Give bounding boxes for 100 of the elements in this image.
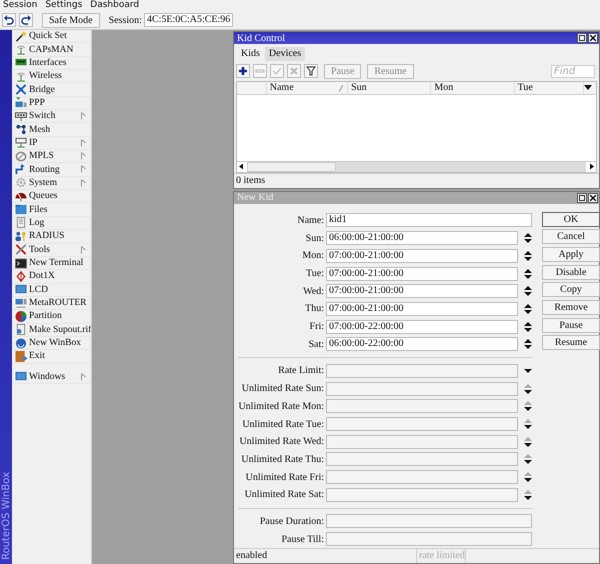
menu-item[interactable]: Interfaces [12,56,91,70]
input-field[interactable]: 07:00:00-21:00:00 [326,248,518,263]
menu-item[interactable]: Dot1X [12,270,91,284]
dialog-button[interactable]: Remove [542,300,600,316]
menu-item[interactable]: Tools [12,244,91,257]
menu-item[interactable]: RADIUS [12,230,91,244]
spinner-arrows-icon[interactable] [524,304,532,314]
input-field[interactable] [326,532,532,546]
menu-item[interactable]: Routing [12,163,91,177]
column-header[interactable]: Tue [518,82,533,94]
menu-item[interactable]: Quick Set [12,30,91,44]
find-field[interactable]: Find [551,64,595,78]
menu[interactable]: Settings [45,0,82,11]
spinner-arrows-icon[interactable] [524,436,532,447]
menu[interactable]: Session [3,0,38,11]
spinner-arrows-icon[interactable] [524,419,532,430]
dialog-button[interactable]: Copy [542,282,600,298]
route-arrows-icon [15,164,27,176]
menu-item[interactable]: New Terminal [12,256,91,270]
tab[interactable]: Devices [264,47,306,61]
column-header[interactable]: Sun [351,82,367,94]
field-label: Pause Till: [280,534,325,545]
spinner-arrows-icon[interactable] [524,268,532,279]
safe-mode-button[interactable]: Safe Mode [42,12,100,28]
spinner-arrows-icon[interactable] [524,472,532,482]
input-field[interactable] [326,452,518,466]
menu-item[interactable]: LCD [12,284,91,297]
input-field[interactable]: 06:00:00-21:00:00 [326,231,518,246]
menu-item[interactable]: PPP [12,96,91,110]
spinner-arrows-icon[interactable] [524,490,532,500]
input-field[interactable] [326,470,518,484]
menu-item[interactable]: Windows [12,370,91,384]
horizontal-scrollbar[interactable] [237,160,596,172]
close-button[interactable] [588,192,598,203]
dialog-button[interactable]: Disable [542,264,600,280]
session-field[interactable]: 4C:5E:0C:A5:CE:96 [144,13,234,27]
field-label: Thu: [304,303,325,314]
menu-item[interactable]: Queues [12,190,91,204]
field-label: Sat: [307,338,325,350]
spinner-arrows-icon[interactable] [524,339,532,350]
menu-item[interactable]: Log [12,216,91,230]
menu-item[interactable]: CAPsMAN [12,43,91,57]
column-header[interactable]: Name [270,82,294,94]
input-field[interactable]: 06:00:00-22:00:00 [326,337,518,352]
menu-item[interactable]: MPLS [12,150,91,164]
input-field[interactable] [326,382,518,396]
menu[interactable]: Dashboard [90,0,140,11]
input-field[interactable] [326,364,518,378]
field-label: Rate Limit: [277,365,325,376]
redo-button[interactable] [19,13,33,27]
spinner-arrows-icon[interactable] [524,250,532,261]
session-label: Session: [108,14,142,26]
input-field[interactable]: 07:00:00-22:00:00 [326,320,518,334]
menu-item[interactable]: Files [12,203,91,217]
input-field[interactable]: kid1 [326,213,532,228]
plus-button[interactable] [236,64,250,78]
input-field[interactable] [326,417,518,432]
menu-item[interactable]: Partition [12,310,91,324]
input-field[interactable]: 07:00:00-21:00:00 [326,302,518,316]
menu-item[interactable]: MetaROUTER [12,296,91,310]
column-menu-arrow-icon[interactable] [584,85,592,91]
dialog-button[interactable]: Apply [542,247,600,262]
gear-icon [15,177,27,188]
close-button[interactable] [588,33,598,43]
menu-item[interactable]: Mesh [12,123,91,137]
input-field[interactable]: 07:00:00-21:00:00 [326,284,518,298]
spinner-arrows-icon[interactable] [524,286,532,296]
menu-item[interactable]: New WinBox [12,336,91,350]
menu-item[interactable]: IP [12,136,91,150]
spinner-arrows-icon[interactable] [524,384,532,394]
input-field[interactable] [326,488,518,502]
input-field[interactable] [326,514,532,528]
dialog-button[interactable]: Pause [542,318,600,333]
dialog-button[interactable]: Cancel [542,229,600,244]
input-field[interactable] [326,399,518,414]
menu-item[interactable]: Bridge [12,83,91,97]
spinner-arrows-icon[interactable] [524,401,532,412]
square-icon [579,35,585,41]
input-field[interactable] [326,434,518,449]
undo-button[interactable] [2,13,16,27]
field-label: Unlimited Rate Tue: [241,418,325,430]
status-text: rate limited [417,549,466,563]
spinner-arrows-icon[interactable] [524,233,532,244]
input-field[interactable]: 07:00:00-21:00:00 [326,266,518,281]
column-header[interactable]: Mon [434,82,454,94]
maximize-button[interactable] [577,33,587,43]
antenna-icon [15,70,27,82]
dialog-button[interactable]: Resume [542,335,600,350]
filter-button[interactable] [304,64,318,78]
dialog-button[interactable]: OK [542,212,600,227]
menu-item[interactable]: Switch [12,110,91,124]
box-icon [15,137,27,148]
folder-icon [15,204,27,216]
maximize-button[interactable] [577,192,587,203]
menu-item[interactable]: Exit [12,350,91,364]
menu-item[interactable]: System [12,176,91,190]
spinner-arrows-icon[interactable] [524,454,532,464]
menu-item[interactable]: Wireless [12,70,91,84]
menu-item[interactable]: Make Supout.rif [12,324,91,337]
spinner-arrows-icon[interactable] [524,322,532,332]
